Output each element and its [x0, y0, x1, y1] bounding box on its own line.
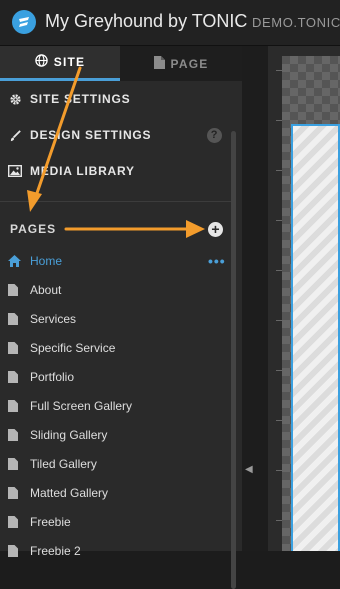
pages-header: PAGES	[10, 222, 57, 236]
page-icon	[8, 370, 22, 383]
section-divider	[0, 201, 232, 202]
globe-icon	[35, 54, 54, 70]
page-list: Home ••• About Services Specific Service…	[0, 246, 232, 565]
sidebar: SITE PAGE SITE SETTINGS DESIGN SETTINGS …	[0, 46, 242, 589]
horizontal-ruler	[268, 46, 340, 56]
page-item-label: Home	[30, 253, 63, 268]
site-settings-label: SITE SETTINGS	[30, 92, 131, 106]
page-item-about[interactable]: About	[0, 275, 232, 304]
tab-page-label: PAGE	[170, 56, 209, 71]
media-library-label: MEDIA LIBRARY	[30, 164, 135, 178]
page-item-matted-gallery[interactable]: Matted Gallery	[0, 478, 232, 507]
tab-site[interactable]: SITE	[0, 46, 120, 81]
sidebar-tabs: SITE PAGE	[0, 46, 242, 81]
help-icon[interactable]: ?	[207, 127, 222, 143]
page-item-label: Tiled Gallery	[30, 456, 97, 471]
page-item-label: Full Screen Gallery	[30, 398, 133, 413]
page-icon	[8, 486, 22, 499]
vertical-ruler	[268, 56, 282, 551]
tonic-logo-icon[interactable]	[12, 10, 36, 34]
page-icon	[8, 341, 22, 354]
page-item-full-screen-gallery[interactable]: Full Screen Gallery	[0, 391, 232, 420]
page-item-home[interactable]: Home •••	[0, 246, 232, 275]
page-item-tiled-gallery[interactable]: Tiled Gallery	[0, 449, 232, 478]
image-icon	[8, 165, 22, 177]
page-item-freebie[interactable]: Freebie	[0, 507, 232, 536]
page-item-label: Specific Service	[30, 340, 116, 355]
page-icon	[8, 515, 22, 528]
page-item-portfolio[interactable]: Portfolio	[0, 362, 232, 391]
more-options-icon[interactable]: •••	[208, 253, 226, 269]
page-item-services[interactable]: Services	[0, 304, 232, 333]
page-icon	[8, 457, 22, 470]
page-item-label: Services	[30, 311, 77, 326]
document-icon	[153, 55, 171, 72]
add-page-button[interactable]: +	[208, 222, 223, 237]
page-item-label: Sliding Gallery	[30, 427, 108, 442]
editor-canvas	[268, 46, 340, 551]
gear-icon	[8, 93, 22, 106]
page-preview[interactable]	[291, 124, 340, 551]
page-item-label: Portfolio	[30, 369, 75, 384]
page-item-label: Matted Gallery	[30, 485, 109, 500]
collapse-sidebar-icon[interactable]: ◀	[245, 464, 253, 475]
sidebar-collapse-strip: ◀	[242, 46, 269, 551]
page-item-label: Freebie	[30, 514, 71, 529]
design-settings-item[interactable]: DESIGN SETTINGS ?	[0, 117, 232, 153]
page-icon	[8, 428, 22, 441]
tab-site-label: SITE	[53, 55, 86, 69]
sidebar-scrollbar[interactable]	[231, 131, 236, 589]
brush-icon	[8, 129, 22, 142]
media-library-item[interactable]: MEDIA LIBRARY	[0, 153, 232, 189]
page-item-sliding-gallery[interactable]: Sliding Gallery	[0, 420, 232, 449]
design-settings-label: DESIGN SETTINGS	[30, 128, 152, 142]
top-bar: My Greyhound by TONIC DEMO.TONIC	[0, 0, 340, 46]
site-settings-item[interactable]: SITE SETTINGS	[0, 81, 232, 117]
page-icon	[8, 283, 22, 296]
page-icon	[8, 399, 22, 412]
app-title: My Greyhound by TONIC	[45, 11, 248, 31]
site-url[interactable]: DEMO.TONIC	[252, 15, 340, 30]
page-item-label: About	[30, 282, 62, 297]
home-icon	[8, 254, 22, 267]
tab-page[interactable]: PAGE	[120, 46, 242, 81]
page-item-specific-service[interactable]: Specific Service	[0, 333, 232, 362]
page-icon	[8, 312, 22, 325]
